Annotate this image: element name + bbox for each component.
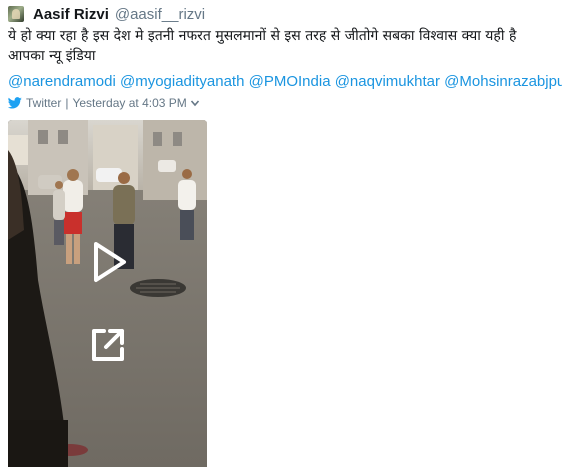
display-name[interactable]: Aasif Rizvi xyxy=(33,6,109,23)
card-whitespace xyxy=(207,120,562,467)
tweet-timestamp[interactable]: Yesterday at 4:03 PM xyxy=(72,96,186,110)
chevron-down-icon[interactable] xyxy=(190,98,200,108)
avatar[interactable] xyxy=(8,6,24,22)
mention-myogiadityanath[interactable]: @myogiadityanath xyxy=(120,73,244,90)
video-player[interactable] xyxy=(8,120,207,467)
user-handle[interactable]: @aasif__rizvi xyxy=(115,6,205,23)
mentions-line: @narendramodi @myogiadityanath @PMOIndia… xyxy=(8,72,562,92)
tweet-text: ये हो क्या रहा है इस देश मे इतनी नफरत मु… xyxy=(8,28,517,64)
mention-naqvimukhtar[interactable]: @naqvimukhtar xyxy=(335,73,440,90)
tweet-card: Aasif Rizvi @aasif__rizvi ये हो क्या रहा… xyxy=(0,0,562,467)
expand-icon[interactable] xyxy=(88,325,128,365)
tweet-meta: Twitter | Yesterday at 4:03 PM xyxy=(8,96,200,110)
meta-separator: | xyxy=(65,96,69,110)
tweet-source: Twitter xyxy=(26,96,62,110)
play-icon[interactable] xyxy=(90,240,130,284)
mention-mohsinrazabjpup[interactable]: @Mohsinrazabjpup xyxy=(444,73,562,90)
tweet-header: Aasif Rizvi @aasif__rizvi xyxy=(8,4,205,24)
twitter-bird-icon xyxy=(8,97,22,109)
mention-narendramodi[interactable]: @narendramodi xyxy=(8,73,116,90)
mention-pmoindia[interactable]: @PMOIndia xyxy=(249,73,331,90)
video-thumbnail xyxy=(8,120,207,467)
